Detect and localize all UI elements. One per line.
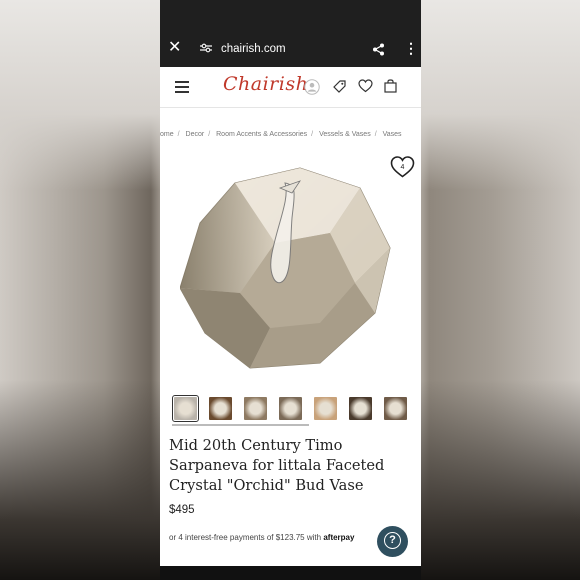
- url-text[interactable]: chairish.com: [221, 43, 286, 55]
- breadcrumb-home[interactable]: ome: [160, 131, 174, 138]
- heart-icon[interactable]: [358, 79, 373, 93]
- help-button[interactable]: ?: [377, 526, 408, 557]
- close-icon[interactable]: ✕: [168, 40, 181, 56]
- hamburger-icon[interactable]: [175, 81, 189, 97]
- breadcrumb: ome / Decor / Room Accents & Accessories / …: [160, 131, 402, 138]
- bag-icon[interactable]: [384, 79, 397, 93]
- breadcrumb-vessels-vases[interactable]: Vessels & Vases: [319, 131, 371, 138]
- installment-info: or 4 interest-free payments of $123.75 w…: [169, 533, 354, 542]
- browser-url-bar: ✕ chairish.com ⋮: [160, 0, 421, 67]
- product-image[interactable]: [180, 163, 405, 378]
- installment-text: or 4 interest-free payments of $123.75 w…: [169, 533, 322, 542]
- user-icon[interactable]: [304, 79, 320, 95]
- thumbnail-scrollbar[interactable]: [172, 424, 309, 426]
- site-header: Chairish: [160, 67, 421, 108]
- breadcrumb-room-accents[interactable]: Room Accents & Accessories: [216, 131, 307, 138]
- share-icon[interactable]: [372, 43, 385, 56]
- thumbnail[interactable]: [172, 395, 199, 422]
- thumbnail[interactable]: [384, 397, 407, 420]
- help-icon: ?: [384, 532, 401, 549]
- thumbnail[interactable]: [349, 397, 372, 420]
- site-logo[interactable]: Chairish: [223, 73, 308, 95]
- more-vert-icon[interactable]: ⋮: [404, 41, 418, 55]
- tag-icon[interactable]: [332, 79, 347, 94]
- phone-screen: ✕ chairish.com ⋮ Chairish ome / Decor / …: [160, 0, 421, 580]
- site-settings-icon[interactable]: [200, 43, 212, 53]
- product-price: $495: [169, 504, 195, 516]
- product-title: Mid 20th Century Timo Sarpaneva for litt…: [169, 437, 385, 494]
- nav-bar: [160, 566, 421, 580]
- thumbnail[interactable]: [279, 397, 302, 420]
- breadcrumb-decor[interactable]: Decor: [186, 131, 205, 138]
- afterpay-logo[interactable]: afterpay: [323, 533, 354, 542]
- thumbnail[interactable]: [314, 397, 337, 420]
- thumbnail[interactable]: [244, 397, 267, 420]
- breadcrumb-vases[interactable]: Vases: [383, 131, 402, 138]
- thumbnail[interactable]: [209, 397, 232, 420]
